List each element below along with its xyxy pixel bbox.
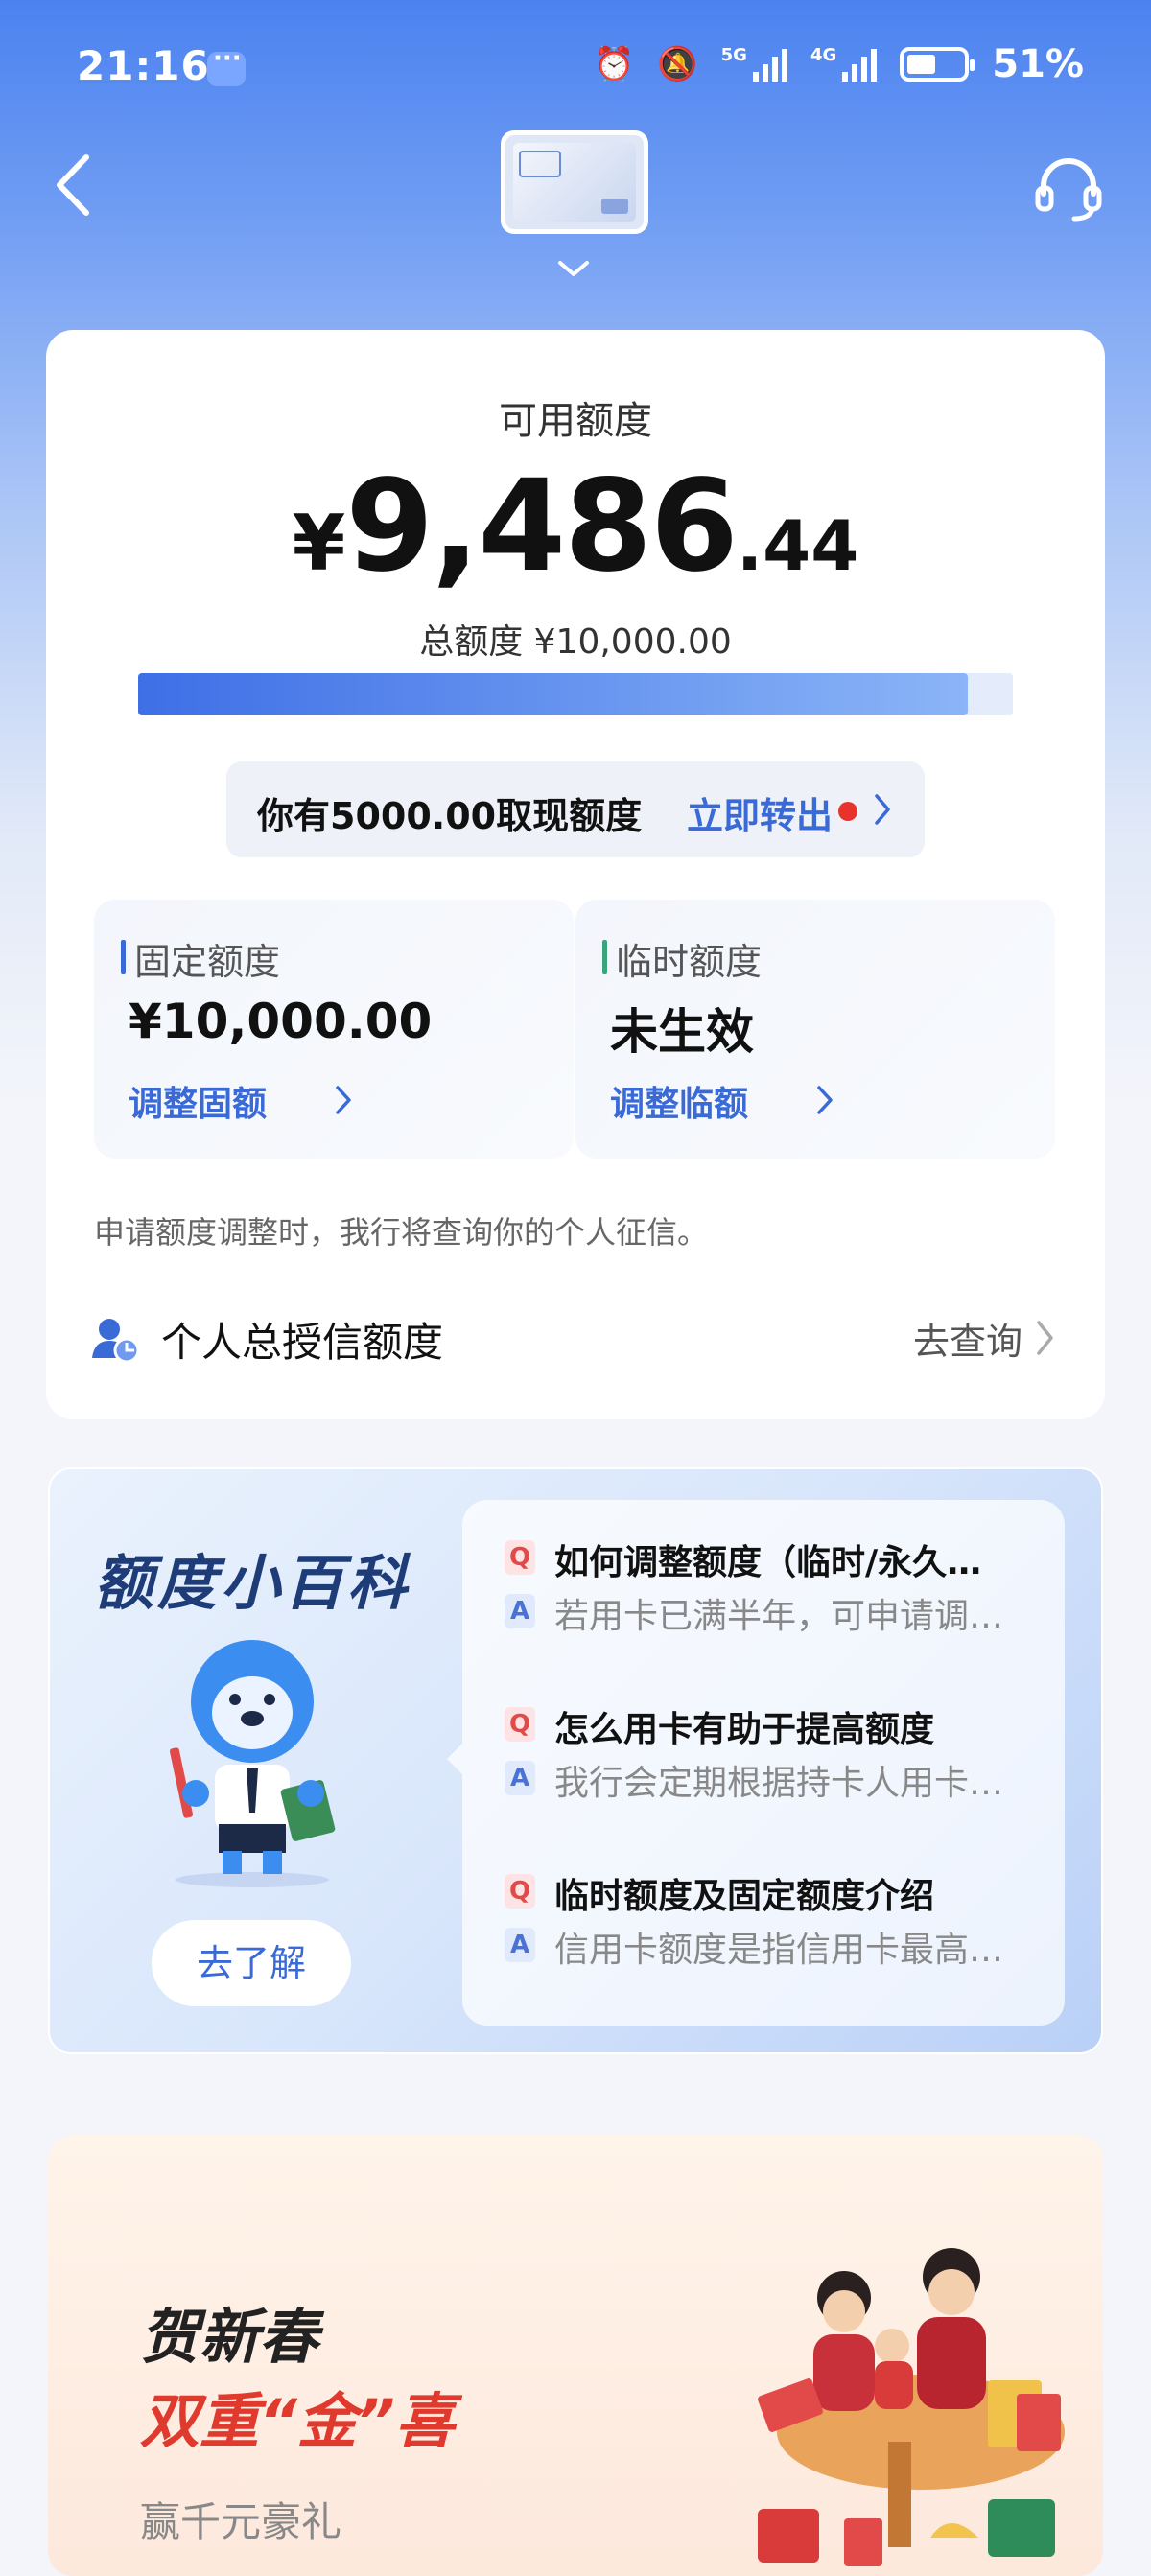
faq-item[interactable]: Q 如何调整额度（临时/永久… A 若用卡已满半年，可申请调…	[505, 1531, 1042, 1638]
faq-item[interactable]: Q 怎么用卡有助于提高额度 A 我行会定期根据持卡人用卡…	[505, 1698, 1042, 1805]
credit-card-thumbnail	[513, 143, 636, 222]
battery-percent: 51%	[992, 42, 1084, 86]
available-credit-label: 可用额度	[499, 399, 652, 443]
credit-usage-bar-fill	[138, 673, 969, 715]
faq-answer: 我行会定期根据持卡人用卡…	[554, 1764, 1004, 1803]
card-selector[interactable]	[501, 130, 648, 234]
question-badge: Q	[505, 1874, 535, 1909]
total-credit-label: 个人总授信额度	[161, 1319, 444, 1366]
learn-more-button[interactable]: 去了解	[152, 1920, 351, 2006]
red-dot-badge	[838, 802, 857, 821]
cash-advance-banner[interactable]: 你有5000.00取现额度 立即转出	[226, 761, 925, 857]
promo-line-2: 双重“金”喜	[140, 2386, 455, 2456]
total-credit-query-row[interactable]: 个人总授信额度 去查询	[46, 1293, 1105, 1389]
user-credit-icon	[92, 1319, 140, 1364]
faq-answer: 信用卡额度是指信用卡最高…	[554, 1931, 1004, 1970]
adjust-fixed-limit-link[interactable]: 调整固额	[129, 1076, 267, 1126]
faq-question: 临时额度及固定额度介绍	[554, 1877, 935, 1916]
fixed-limit-value: ¥10,000.00	[129, 994, 433, 1049]
new-year-promo-banner[interactable]: 贺新春 双重“金”喜 赢千元豪礼	[48, 2135, 1103, 2576]
chevron-down-icon[interactable]	[554, 257, 593, 280]
chevron-right-icon	[336, 1086, 351, 1114]
total-credit-text: 总额度 ¥10,000.00	[419, 622, 732, 662]
cash-advance-text: 你有5000.00取现额度	[257, 795, 643, 837]
signal-4g-icon: 4G	[810, 47, 878, 82]
mute-bell-icon: 🔕	[657, 45, 698, 83]
promo-line-3: 赢千元豪礼	[140, 2498, 342, 2545]
credit-usage-bar	[138, 673, 1013, 715]
back-chevron-icon[interactable]	[50, 152, 98, 219]
faq-answer: 若用卡已满半年，可申请调…	[554, 1597, 1004, 1636]
temporary-limit-box: 临时额度 未生效 调整临额	[576, 900, 1055, 1159]
credit-encyclopedia-card: 额度小百科 去了解 Q 如何调整额度（临时/永久… A 若用卡已满半年，可申请调… …	[48, 1467, 1103, 2054]
temporary-limit-title: 临时额度	[616, 941, 763, 983]
faq-panel: Q 如何调整额度（临时/永久… A 若用卡已满半年，可申请调… Q 怎么用卡有助于提高…	[447, 1500, 1065, 2026]
alarm-icon: ⏰	[593, 45, 635, 83]
answer-badge: A	[505, 1761, 535, 1795]
headset-icon[interactable]	[1032, 152, 1105, 224]
fixed-limit-box: 固定额度 ¥10,000.00 调整固额	[94, 900, 574, 1159]
promo-line-1: 贺新春	[140, 2302, 319, 2372]
question-badge: Q	[505, 1540, 535, 1575]
fixed-limit-accent-bar	[121, 940, 126, 974]
credit-check-notice: 申请额度调整时，我行将查询你的个人征信。	[94, 1214, 709, 1251]
go-query-link[interactable]: 去查询	[913, 1312, 1022, 1365]
faq-question: 如何调整额度（临时/永久…	[554, 1543, 982, 1582]
message-notification-icon	[207, 44, 246, 86]
status-time: 21:16	[77, 42, 210, 89]
status-bar: 21:16 ⏰ 🔕 5G 4G 51%	[0, 0, 1151, 134]
available-credit-amount: ¥9,486.44	[292, 453, 859, 600]
temporary-limit-value: 未生效	[610, 1004, 754, 1060]
credit-limit-card: 可用额度 ¥9,486.44 总额度 ¥10,000.00 你有5000.00取…	[46, 330, 1105, 1419]
chevron-right-icon	[875, 794, 890, 825]
signal-5g-icon: 5G	[721, 47, 787, 82]
transfer-now-link[interactable]: 立即转出	[687, 786, 833, 839]
faq-question: 怎么用卡有助于提高额度	[554, 1710, 935, 1749]
answer-badge: A	[505, 1594, 535, 1628]
fixed-limit-title: 固定额度	[134, 941, 281, 983]
battery-icon	[900, 47, 975, 82]
temporary-limit-accent-bar	[602, 940, 607, 974]
question-badge: Q	[505, 1707, 535, 1742]
lion-mascot-icon	[169, 1640, 336, 1887]
encyclopedia-title: 额度小百科	[94, 1548, 411, 1618]
chevron-right-icon	[817, 1086, 833, 1114]
faq-item[interactable]: Q 临时额度及固定额度介绍 A 信用卡额度是指信用卡最高…	[505, 1864, 1042, 1972]
adjust-temporary-limit-link[interactable]: 调整临额	[610, 1076, 748, 1126]
chevron-right-icon	[1037, 1321, 1053, 1355]
answer-badge: A	[505, 1928, 535, 1962]
family-celebration-illustration	[758, 2248, 1065, 2566]
